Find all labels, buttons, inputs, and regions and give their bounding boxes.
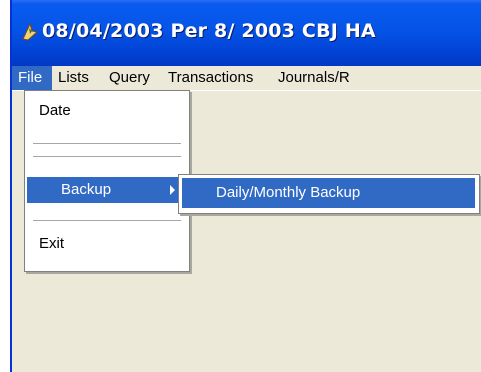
file-dropdown-menu: Date Backup Exit: [24, 90, 190, 272]
menu-bar: File Lists Query Transactions Journals/R: [12, 66, 481, 91]
menu-item-backup-label: Backup: [61, 181, 112, 198]
submenu-arrow-icon: [170, 185, 175, 195]
menu-separator: [33, 220, 181, 222]
menu-item-backup[interactable]: Backup: [27, 177, 185, 203]
menu-query[interactable]: Query: [109, 66, 150, 90]
menu-separator: [33, 143, 181, 145]
menu-item-daily-monthly-backup[interactable]: Daily/Monthly Backup: [182, 178, 475, 208]
menu-item-exit[interactable]: Exit: [27, 231, 185, 257]
menu-journals[interactable]: Journals/R: [278, 66, 350, 90]
menu-separator: [33, 156, 181, 158]
menu-file[interactable]: File: [12, 66, 52, 90]
app-window: 08/04/2003 Per 8/ 2003 CBJ HA File Lists…: [10, 0, 481, 372]
menu-item-date[interactable]: Date: [27, 98, 185, 124]
menu-transactions[interactable]: Transactions: [168, 66, 253, 90]
menu-lists[interactable]: Lists: [58, 66, 89, 90]
app-icon: [22, 22, 39, 41]
window-title: 08/04/2003 Per 8/ 2003 CBJ HA: [42, 20, 376, 42]
backup-submenu: Daily/Monthly Backup: [178, 174, 480, 214]
title-bar[interactable]: 08/04/2003 Per 8/ 2003 CBJ HA: [12, 0, 481, 66]
